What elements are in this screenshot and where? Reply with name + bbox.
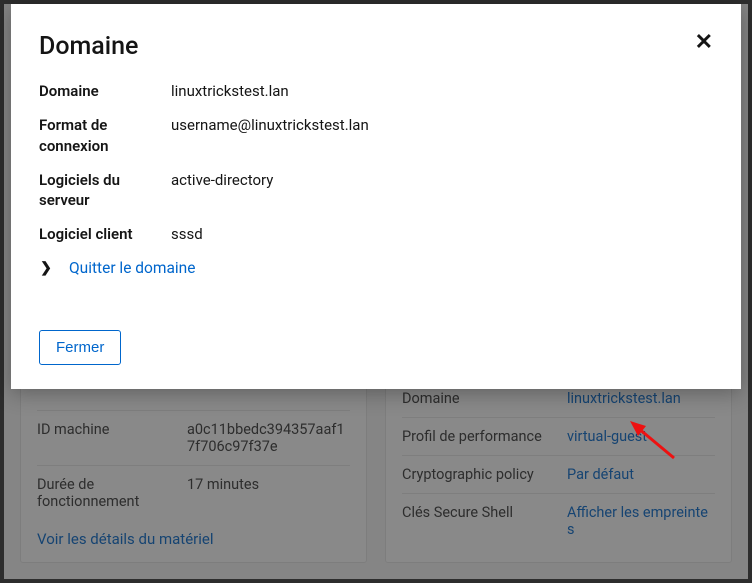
row-modal-domain: Domaine linuxtrickstest.lan — [39, 81, 713, 101]
value-modal-domain: linuxtrickstest.lan — [171, 81, 289, 101]
close-icon[interactable]: ✕ — [695, 32, 713, 54]
leave-domain-row[interactable]: ❯ Quitter le domaine — [39, 259, 713, 277]
modal-title: Domaine — [39, 32, 138, 61]
label-server-software: Logiciels du serveur — [39, 170, 171, 211]
value-login-format: username@linuxtrickstest.lan — [171, 115, 369, 156]
row-server-software: Logiciels du serveur active-directory — [39, 170, 713, 211]
label-modal-domain: Domaine — [39, 81, 171, 101]
value-server-software: active-directory — [171, 170, 273, 211]
row-login-format: Format de connexion username@linuxtricks… — [39, 115, 713, 156]
value-client-software: sssd — [171, 224, 203, 244]
label-login-format: Format de connexion — [39, 115, 171, 156]
row-client-software: Logiciel client sssd — [39, 224, 713, 244]
label-client-software: Logiciel client — [39, 224, 171, 244]
leave-domain-link[interactable]: Quitter le domaine — [69, 259, 195, 277]
modal-footer: Fermer — [39, 330, 713, 365]
modal-header: Domaine ✕ — [39, 32, 713, 61]
chevron-right-icon: ❯ — [39, 260, 53, 276]
close-button[interactable]: Fermer — [39, 330, 121, 365]
domain-modal: Domaine ✕ Domaine linuxtrickstest.lan Fo… — [11, 4, 741, 389]
modal-body: Domaine linuxtrickstest.lan Format de co… — [39, 81, 713, 304]
